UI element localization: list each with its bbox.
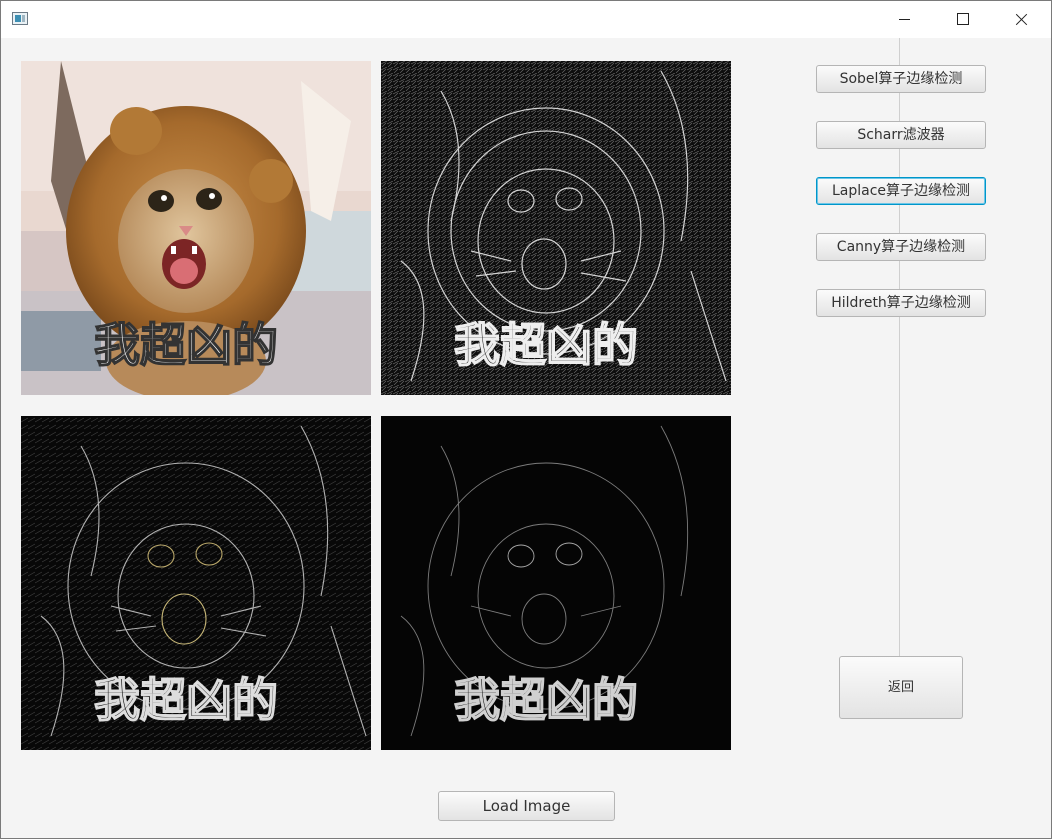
close-button[interactable] <box>991 1 1049 38</box>
canny-edge-button[interactable]: Canny算子边缘检测 <box>816 233 986 261</box>
image-caption: 我超凶的 <box>94 673 278 727</box>
sobel-edge-button[interactable]: Sobel算子边缘检测 <box>816 65 986 93</box>
image-caption: 我超凶的 <box>454 318 638 372</box>
image-view-scharr: 我超凶的 <box>21 416 371 750</box>
laplace-edge-button[interactable]: Laplace算子边缘检测 <box>816 177 986 205</box>
app-window: 我超凶的 我超凶的 我超凶的 我超凶的 Sobel算子边缘检测 Scharr滤波… <box>0 0 1052 839</box>
image-view-sobel: 我超凶的 <box>381 61 731 395</box>
back-button[interactable]: 返回 <box>839 656 963 719</box>
maximize-button[interactable] <box>933 1 991 38</box>
load-image-button[interactable]: Load Image <box>438 791 615 821</box>
app-icon <box>12 12 28 25</box>
image-view-original: 我超凶的 <box>21 61 371 395</box>
hildreth-edge-button[interactable]: Hildreth算子边缘检测 <box>816 289 986 317</box>
image-caption: 我超凶的 <box>454 673 638 727</box>
title-bar[interactable] <box>1 1 1051 38</box>
image-caption: 我超凶的 <box>94 318 278 372</box>
image-view-laplace: 我超凶的 <box>381 416 731 750</box>
minimize-button[interactable] <box>875 1 933 38</box>
scharr-filter-button[interactable]: Scharr滤波器 <box>816 121 986 149</box>
